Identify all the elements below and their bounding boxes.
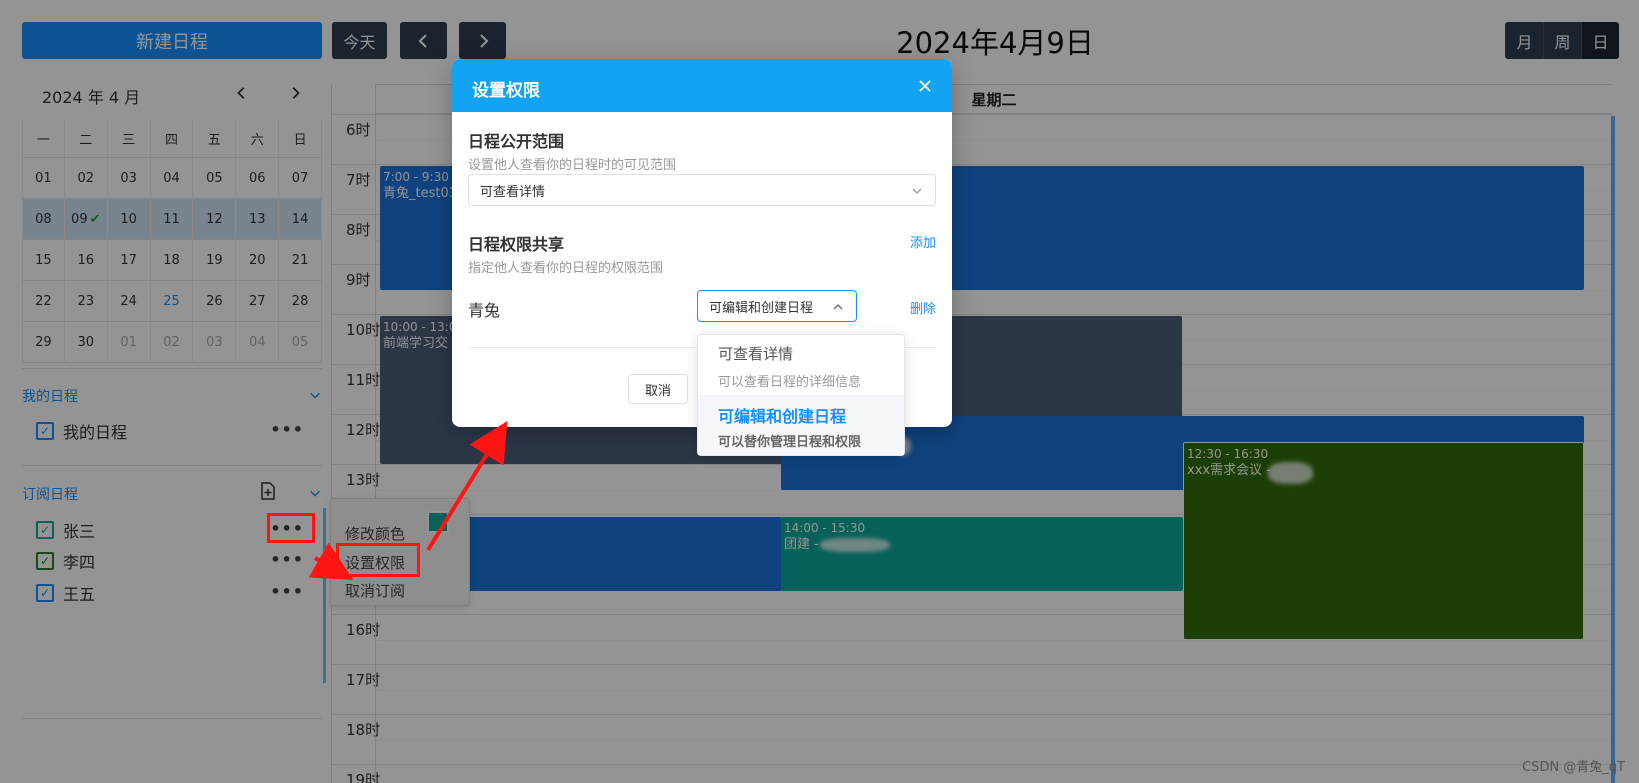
option-desc: 可以查看日程的详细信息 — [718, 375, 862, 390]
watermark: CSDN @青兔_qT — [1522, 760, 1625, 775]
delete-share-link[interactable]: 删除 — [910, 298, 936, 317]
dropdown-option-view-details[interactable]: 可查看详情 可以查看日程的详细信息 — [698, 335, 904, 395]
close-icon[interactable] — [918, 79, 932, 93]
public-scope-desc: 设置他人查看你的日程时的可见范围 — [468, 158, 677, 173]
annotation-box — [267, 513, 315, 543]
option-label: 可编辑和创建日程 — [718, 407, 847, 426]
option-desc: 可以替你管理日程和权限 — [718, 435, 862, 450]
public-scope-label: 日程公开范围 — [468, 132, 565, 151]
dropdown-option-edit-create[interactable]: 可编辑和创建日程 可以替你管理日程和权限 — [698, 395, 904, 455]
select-value: 可编辑和创建日程 — [709, 300, 814, 316]
share-label: 日程权限共享 — [468, 235, 565, 254]
dialog-title: 设置权限 — [472, 81, 540, 101]
chevron-down-icon — [912, 188, 922, 194]
permission-dropdown: 可查看详情 可以查看日程的详细信息 可编辑和创建日程 可以替你管理日程和权限 — [697, 334, 905, 456]
share-permission-select[interactable]: 可编辑和创建日程 — [697, 290, 857, 322]
annotation-box — [336, 543, 420, 577]
option-label: 可查看详情 — [718, 345, 794, 363]
dialog-header: 设置权限 — [452, 59, 952, 112]
public-scope-select[interactable]: 可查看详情 — [468, 174, 936, 206]
chevron-up-icon — [833, 304, 843, 310]
share-desc: 指定他人查看你的日程的权限范围 — [468, 261, 664, 276]
cancel-button[interactable]: 取消 — [628, 374, 688, 404]
share-user-name: 青兔 — [468, 301, 501, 320]
select-value: 可查看详情 — [480, 184, 546, 200]
add-share-link[interactable]: 添加 — [910, 232, 936, 251]
